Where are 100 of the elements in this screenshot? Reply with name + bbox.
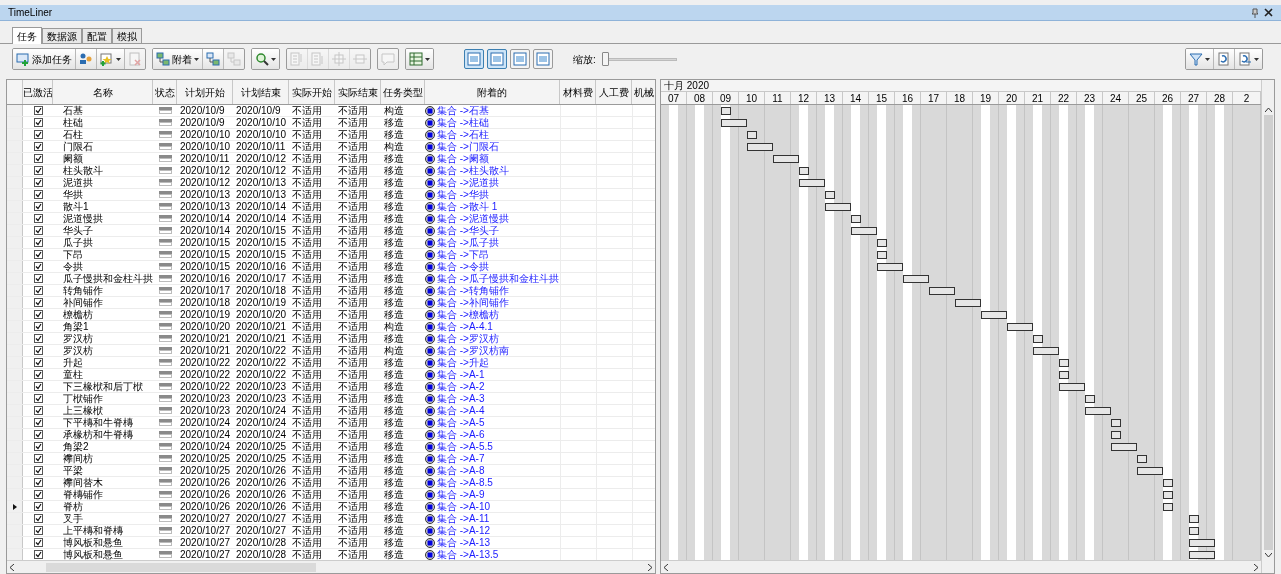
checkbox[interactable] — [33, 526, 43, 535]
scroll-right-icon[interactable] — [648, 563, 652, 571]
attachment-link[interactable]: 集合 ->石柱 — [437, 128, 489, 141]
checkbox[interactable] — [33, 490, 43, 499]
task-bar[interactable] — [1110, 419, 1122, 427]
checkbox[interactable] — [33, 502, 43, 511]
attachment-link[interactable]: 集合 ->下昂 — [437, 248, 489, 261]
attachment-link[interactable]: 集合 ->华拱 — [437, 188, 489, 201]
checkbox[interactable] — [33, 406, 43, 415]
task-bar[interactable] — [824, 191, 836, 199]
attachment-link[interactable]: 集合 ->罗汉枋南 — [437, 344, 509, 357]
task-bar[interactable] — [980, 311, 1007, 319]
checkbox[interactable] — [33, 418, 43, 427]
task-bar[interactable] — [746, 143, 773, 151]
scroll-up-icon[interactable] — [1264, 108, 1272, 112]
task-bar[interactable] — [746, 131, 758, 139]
task-bar[interactable] — [1006, 323, 1033, 331]
task-bar[interactable] — [1162, 479, 1174, 487]
attachment-link[interactable]: 集合 ->泥道拱 — [437, 176, 499, 189]
task-bar[interactable] — [850, 215, 862, 223]
toolbar-button[interactable] — [203, 49, 224, 69]
attachment-link[interactable]: 集合 ->补间铺作 — [437, 296, 509, 309]
checkbox[interactable] — [33, 358, 43, 367]
toolbar-button[interactable] — [1235, 49, 1262, 69]
checkbox[interactable] — [33, 478, 43, 487]
task-bar[interactable] — [720, 107, 732, 115]
attachment-link[interactable]: 集合 ->A-6 — [437, 428, 485, 441]
task-bar[interactable] — [720, 119, 747, 127]
task-bar[interactable] — [1188, 527, 1200, 535]
checkbox[interactable] — [33, 370, 43, 379]
checkbox[interactable] — [33, 226, 43, 235]
column-header[interactable]: 人工费 — [598, 84, 629, 100]
checkbox[interactable] — [33, 106, 43, 115]
attachment-link[interactable]: 集合 ->A-4 — [437, 404, 485, 417]
view-button[interactable] — [464, 49, 484, 69]
scroll-left-icon[interactable] — [664, 563, 668, 571]
attachment-link[interactable]: 集合 ->令拱 — [437, 260, 489, 273]
attachment-link[interactable]: 集合 ->A-13.5 — [437, 548, 499, 560]
task-bar[interactable] — [1058, 359, 1070, 367]
column-header[interactable]: 材料费 — [562, 84, 593, 100]
toolbar-button[interactable] — [1214, 49, 1235, 69]
task-bar[interactable] — [772, 155, 799, 163]
task-bar[interactable] — [798, 179, 825, 187]
checkbox[interactable] — [33, 262, 43, 271]
scroll-right-icon[interactable] — [1254, 563, 1258, 571]
task-bar[interactable] — [1162, 503, 1174, 511]
checkbox[interactable] — [33, 178, 43, 187]
checkbox[interactable] — [33, 250, 43, 259]
attachment-link[interactable]: 集合 ->A-3 — [437, 392, 485, 405]
view-button[interactable] — [533, 49, 553, 69]
attachment-link[interactable]: 集合 ->橑檐枋 — [437, 308, 499, 321]
column-header[interactable]: 名称 — [92, 84, 113, 100]
checkbox[interactable] — [33, 238, 43, 247]
task-bar[interactable] — [954, 299, 981, 307]
checkbox[interactable] — [33, 466, 43, 475]
toolbar-button[interactable] — [97, 49, 125, 69]
column-header[interactable]: 附着的 — [477, 84, 507, 100]
task-bar[interactable] — [1058, 383, 1085, 391]
attachment-link[interactable]: 集合 ->A-11 — [437, 512, 490, 525]
attachment-link[interactable]: 集合 ->A-12 — [437, 524, 491, 537]
column-header[interactable]: 机械 — [634, 84, 654, 100]
task-bar[interactable] — [1084, 407, 1111, 415]
attachment-link[interactable]: 集合 ->转角铺作 — [437, 284, 509, 297]
attachment-link[interactable]: 集合 ->散斗 1 — [437, 200, 498, 213]
checkbox[interactable] — [33, 214, 43, 223]
task-bar[interactable] — [1032, 335, 1044, 343]
attachment-link[interactable]: 集合 ->A-5 — [437, 416, 485, 429]
checkbox[interactable] — [33, 382, 43, 391]
task-bar[interactable] — [1110, 431, 1122, 439]
attachment-link[interactable]: 集合 ->A-13 — [437, 536, 491, 549]
checkbox[interactable] — [33, 130, 43, 139]
attachment-link[interactable]: 集合 ->A-9 — [437, 488, 485, 501]
task-bar[interactable] — [1188, 551, 1215, 559]
slider-thumb[interactable] — [601, 52, 609, 66]
attachment-link[interactable]: 集合 ->门限石 — [437, 140, 499, 153]
checkbox[interactable] — [33, 190, 43, 199]
attachment-link[interactable]: 集合 ->A-8 — [437, 464, 485, 477]
column-header[interactable]: 状态 — [154, 84, 175, 100]
toolbar-button[interactable] — [252, 49, 279, 69]
toolbar-button[interactable]: 附着 — [153, 49, 203, 69]
attachment-link[interactable]: 集合 ->阑额 — [437, 152, 489, 165]
task-bar[interactable] — [902, 275, 929, 283]
attachment-link[interactable]: 集合 ->A-2 — [437, 380, 485, 393]
task-bar[interactable] — [928, 287, 955, 295]
checkbox[interactable] — [33, 346, 43, 355]
attachment-link[interactable]: 集合 ->A-7 — [437, 452, 485, 465]
attachment-link[interactable]: 集合 ->柱础 — [437, 116, 489, 129]
column-header[interactable]: 实际开始 — [291, 84, 332, 100]
checkbox[interactable] — [33, 310, 43, 319]
attachment-link[interactable]: 集合 ->瓜子拱 — [437, 236, 499, 249]
attachment-link[interactable]: 集合 ->罗汉枋 — [437, 332, 499, 345]
checkbox[interactable] — [33, 514, 43, 523]
toolbar-button[interactable] — [406, 49, 433, 69]
toolbar-button[interactable] — [1186, 49, 1214, 69]
checkbox[interactable] — [33, 454, 43, 463]
checkbox[interactable] — [33, 142, 43, 151]
task-bar[interactable] — [1188, 539, 1215, 547]
tab[interactable]: 数据源 — [42, 28, 82, 43]
column-header[interactable]: 已激活 — [23, 84, 52, 100]
task-bar[interactable] — [1058, 371, 1070, 379]
